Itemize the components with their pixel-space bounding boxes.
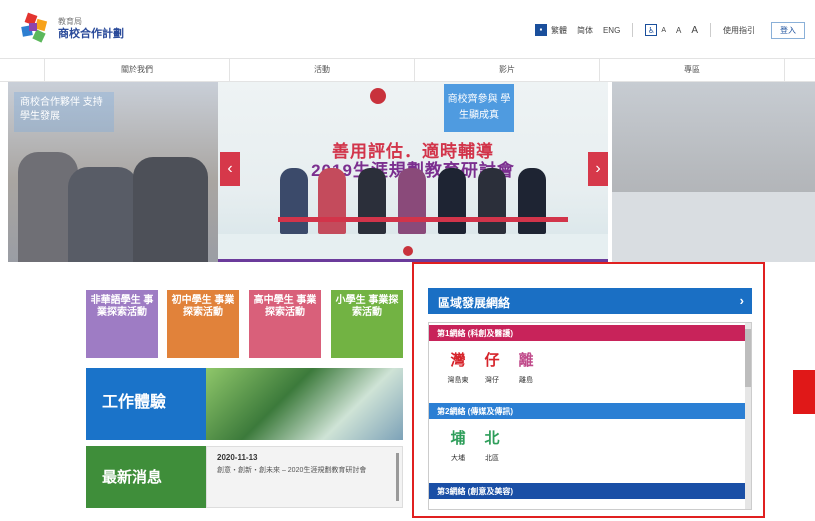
accessibility-icon[interactable]: ♿ <box>645 24 658 36</box>
banner-slide-current[interactable]: 商校齊參與 學生顯成真 善用評估．適時輔導 2019生涯規劃教育研討會 <box>218 82 608 262</box>
district-network-list: 第1網絡 (科創及醫護) 灣 灣島東 仔 灣仔 離 離島 第2網絡 (傳媒及傳訊… <box>428 322 752 510</box>
guest-figure <box>358 168 386 234</box>
district-name: 灣仔 <box>485 377 499 384</box>
hk-emblem-icon <box>370 88 386 104</box>
district-logo-icon: 離 <box>518 352 534 369</box>
nav-zone[interactable]: 專區 <box>600 59 785 81</box>
news-date: 2020-11-13 <box>217 453 258 462</box>
district-name: 灣島東 <box>447 377 469 384</box>
lang-english[interactable]: ENG <box>603 26 620 35</box>
district-item[interactable]: 仔 灣仔 <box>477 351 507 385</box>
work-experience-label: 工作體驗 <box>102 394 167 411</box>
district-network-title: 區域發展網絡 <box>438 296 511 310</box>
user-guide-link[interactable]: 使用指引 <box>723 25 755 36</box>
district-logo-icon: 灣 <box>450 352 466 369</box>
font-size-medium[interactable]: A <box>676 26 681 35</box>
network-1-header[interactable]: 第1網絡 (科創及醫護) <box>429 325 747 341</box>
district-network-panel: 區域發展網絡 › 第1網絡 (科創及醫護) 灣 灣島東 仔 灣仔 離 離島 第2… <box>412 262 765 518</box>
guest-figure <box>518 168 546 234</box>
news-card: 最新消息 2020-11-13 創意・創新・創未來 – 2020生涯規劃教育研討… <box>86 446 403 508</box>
site-title[interactable]: 教育局 商校合作計劃 <box>58 15 124 41</box>
banner-slide-next[interactable] <box>612 82 815 262</box>
district-item[interactable]: 離 離島 <box>511 351 541 385</box>
main-nav: 關於我們 活動 影片 專區 <box>0 58 815 82</box>
chat-icon[interactable]: ▪ <box>534 24 547 36</box>
banner-stage <box>218 234 608 262</box>
network-3-header[interactable]: 第3網絡 (創意及美容) <box>429 483 747 499</box>
ceremony-ribbon <box>278 217 568 222</box>
panel-scrollbar-thumb[interactable] <box>745 329 751 387</box>
tile-senior-secondary[interactable]: 高中學生 事業探索活動 <box>249 290 321 358</box>
guest-figure <box>398 168 426 234</box>
logo-title: 商校合作計劃 <box>58 28 124 40</box>
tile-junior-secondary[interactable]: 初中學生 事業探索活動 <box>167 290 239 358</box>
guest-figure <box>478 168 506 234</box>
site-header: 教育局 商校合作計劃 ▪ 繁體 简体 ENG ♿ A A A 使用指引 登入 <box>0 0 815 58</box>
news-item[interactable]: 2020-11-13 創意・創新・創未來 – 2020生涯規劃教育研討會 <box>206 446 403 508</box>
tile-label: 初中學生 事業探索活動 <box>171 295 235 318</box>
district-name: 離島 <box>519 377 533 384</box>
divider <box>632 23 634 37</box>
news-label[interactable]: 最新消息 <box>86 446 206 508</box>
photo-group <box>612 192 815 262</box>
tile-label: 小學生 事業探索活動 <box>335 295 399 318</box>
edb-logo-icon[interactable] <box>18 12 52 46</box>
news-scrollbar[interactable] <box>396 453 399 501</box>
banner-mid-caption: 商校齊參與 學生顯成真 <box>444 84 514 132</box>
district-item[interactable]: 灣 灣島東 <box>443 351 473 385</box>
nav-about[interactable]: 關於我們 <box>44 59 230 81</box>
carousel-next-button[interactable]: › <box>588 152 608 186</box>
photo-group <box>68 167 138 262</box>
district-name: 北區 <box>485 455 499 462</box>
banner-slide-prev[interactable]: 商校合作夥伴 支持學生發展 <box>8 82 218 262</box>
district-name: 大埔 <box>451 455 465 462</box>
district-item[interactable]: 埔 大埔 <box>443 429 473 463</box>
tile-non-chinese-students[interactable]: 非華語學生 事業探索活動 <box>86 290 158 358</box>
login-button[interactable]: 登入 <box>771 21 805 39</box>
divider <box>710 23 711 37</box>
guest-figure <box>280 168 308 234</box>
tile-label: 高中學生 事業探索活動 <box>253 295 317 318</box>
tile-label: 非華語學生 事業探索活動 <box>90 295 154 318</box>
header-tools: ▪ 繁體 简体 ENG ♿ A A A 使用指引 登入 <box>534 20 805 40</box>
font-size-large[interactable]: A <box>691 25 698 36</box>
font-size-small[interactable]: A <box>661 27 666 34</box>
district-logo-icon: 仔 <box>484 352 500 369</box>
news-title[interactable]: 創意・創新・創未來 – 2020生涯規劃教育研討會 <box>217 466 392 476</box>
banner-left-caption: 商校合作夥伴 支持學生發展 <box>14 92 114 132</box>
photo-group <box>133 157 208 262</box>
guest-figure <box>438 168 466 234</box>
chevron-right-icon: › <box>739 293 744 308</box>
banner-carousel: 商校合作夥伴 支持學生發展 商校齊參與 學生顯成真 善用評估．適時輔導 2019… <box>8 82 815 262</box>
hk-emblem-icon <box>403 246 413 256</box>
logo-subtitle: 教育局 <box>58 17 82 26</box>
guest-figure <box>318 168 346 234</box>
district-logo-icon: 埔 <box>450 430 466 447</box>
district-item[interactable]: 北 北區 <box>477 429 507 463</box>
network-2-header[interactable]: 第2網絡 (傳媒及傳訊) <box>429 403 747 419</box>
nav-videos[interactable]: 影片 <box>415 59 600 81</box>
lang-traditional[interactable]: 繁體 <box>551 25 567 36</box>
highlight-marker <box>793 370 815 414</box>
work-experience-photo <box>206 368 403 440</box>
district-logo-icon: 北 <box>484 430 500 447</box>
tile-primary[interactable]: 小學生 事業探索活動 <box>331 290 403 358</box>
nav-events[interactable]: 活動 <box>230 59 415 81</box>
lang-simplified[interactable]: 简体 <box>577 25 593 36</box>
work-experience-card[interactable]: 工作體驗 <box>86 368 403 440</box>
district-network-header[interactable]: 區域發展網絡 › <box>428 288 752 314</box>
carousel-prev-button[interactable]: ‹ <box>220 152 240 186</box>
